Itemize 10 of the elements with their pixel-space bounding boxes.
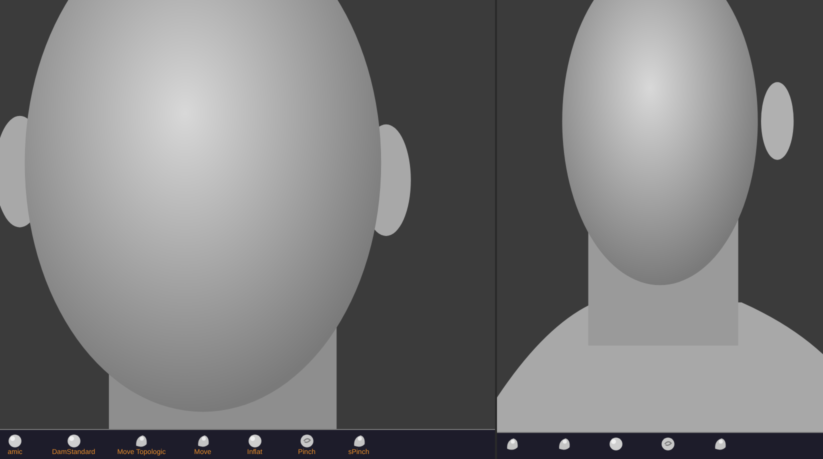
brush-icon [660, 436, 676, 452]
brush-icon [246, 433, 263, 449]
brush-icon [66, 433, 82, 449]
brush-icon [133, 433, 150, 449]
brush-icon [608, 436, 624, 452]
brush-icon [7, 433, 23, 449]
brush-icon [298, 433, 315, 449]
brush-icon [504, 436, 520, 452]
brush-icon [712, 436, 728, 452]
brush-icon [556, 436, 572, 452]
